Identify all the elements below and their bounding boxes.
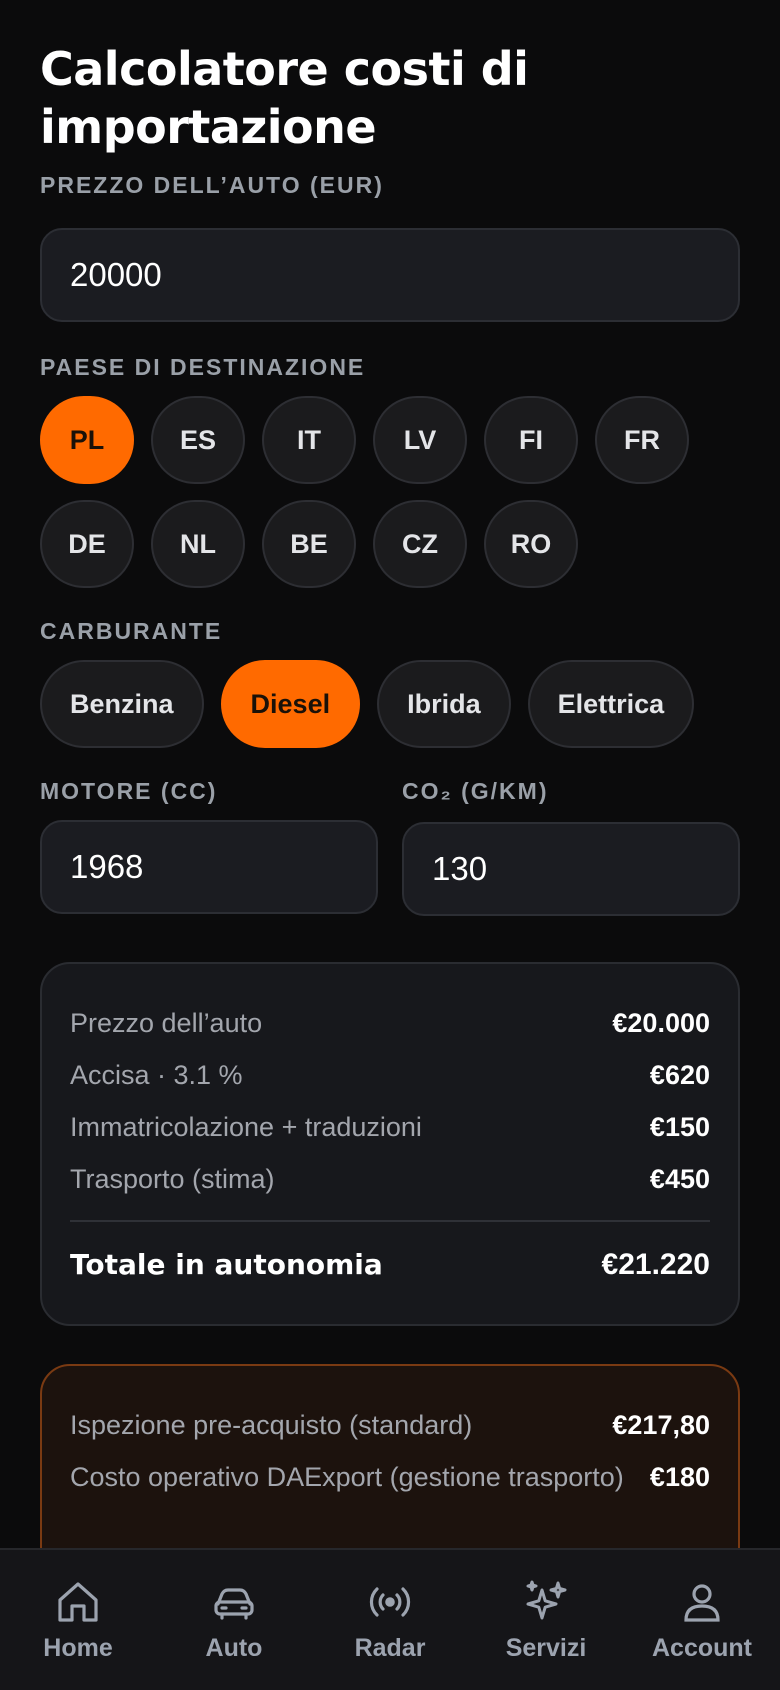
summary-row: Immatricolazione + traduzioni €150	[70, 1108, 710, 1146]
nav-item-radar[interactable]: Radar	[312, 1550, 468, 1663]
summary-row: Accisa · 3.1 % €620	[70, 1056, 710, 1094]
nav-label-account: Account	[652, 1634, 752, 1662]
nav-label-servizi: Servizi	[505, 1634, 587, 1662]
country-chip-lv[interactable]: LV	[373, 396, 467, 484]
summary-row: Prezzo dell’auto €20.000	[70, 1004, 710, 1042]
service-row: Costo operativo DAExport (gestione trasp…	[70, 1458, 710, 1496]
summary-row-value: €620	[649, 1060, 710, 1090]
country-chip-nl[interactable]: NL	[151, 500, 245, 588]
fuel-chip-elettrica[interactable]: Elettrica	[527, 660, 695, 748]
fuel-label: CARBURANTE	[40, 618, 223, 644]
country-chip-fi[interactable]: FI	[484, 396, 578, 484]
cost-summary-card: Prezzo dell’auto €20.000 Accisa · 3.1 % …	[40, 962, 740, 1326]
radar-icon	[369, 1587, 411, 1617]
nav-item-auto[interactable]: Auto	[156, 1550, 312, 1663]
fuel-chip-ibrida[interactable]: Ibrida	[377, 660, 511, 748]
bottom-navigation: Home Auto Radar Servizi Account	[0, 1548, 780, 1690]
country-chip-be[interactable]: BE	[262, 500, 356, 588]
nav-item-servizi[interactable]: Servizi	[468, 1550, 624, 1663]
service-row-label: Ispezione pre-acquisto (standard)	[70, 1410, 473, 1440]
fuel-chip-group: Benzina Diesel Ibrida Elettrica	[40, 660, 740, 748]
nav-label-radar: Radar	[354, 1634, 426, 1662]
price-label: PREZZO DELL’AUTO (EUR)	[40, 172, 384, 198]
engine-input[interactable]: 1968	[40, 820, 378, 914]
country-chip-pl[interactable]: PL	[40, 396, 134, 484]
summary-total-row: Totale in autonomia €21.220	[70, 1246, 710, 1284]
summary-row-value: €20.000	[612, 1008, 710, 1038]
country-chip-de[interactable]: DE	[40, 500, 134, 588]
country-chip-group: PL ES IT LV FI FR DE NL BE CZ RO	[40, 396, 740, 588]
engine-label: MOTORE (CC)	[40, 778, 218, 804]
page-title: Calcolatore costi di importazione	[40, 42, 529, 154]
co2-input[interactable]: 130	[402, 822, 740, 916]
co2-label: CO₂ (G/KM)	[402, 778, 549, 804]
country-chip-cz[interactable]: CZ	[373, 500, 467, 588]
fuel-chip-diesel[interactable]: Diesel	[220, 660, 361, 748]
summary-divider	[70, 1220, 710, 1222]
summary-row-label: Trasporto (stima)	[70, 1164, 275, 1194]
country-chip-ro[interactable]: RO	[484, 500, 578, 588]
summary-total-label: Totale in autonomia	[70, 1248, 383, 1281]
country-chip-es[interactable]: ES	[151, 396, 245, 484]
service-row-value: €217,80	[612, 1410, 710, 1440]
home-icon	[58, 1582, 98, 1622]
country-chip-fr[interactable]: FR	[595, 396, 689, 484]
summary-row-label: Accisa · 3.1 %	[70, 1060, 243, 1090]
user-icon	[684, 1584, 720, 1622]
nav-label-home: Home	[43, 1634, 113, 1662]
summary-row-value: €150	[649, 1112, 710, 1142]
car-icon	[214, 1588, 254, 1620]
price-input[interactable]: 20000	[40, 228, 740, 322]
nav-item-account[interactable]: Account	[624, 1550, 780, 1663]
country-label: PAESE DI DESTINAZIONE	[40, 354, 366, 380]
nav-label-auto: Auto	[205, 1634, 263, 1662]
summary-row-value: €450	[649, 1164, 710, 1194]
service-row: Ispezione pre-acquisto (standard) €217,8…	[70, 1406, 710, 1444]
nav-item-home[interactable]: Home	[0, 1550, 156, 1663]
sparkles-icon	[526, 1580, 567, 1620]
country-chip-it[interactable]: IT	[262, 396, 356, 484]
service-row-value: €180	[649, 1462, 710, 1492]
service-row-label: Costo operativo DAExport (gestione trasp…	[70, 1462, 624, 1492]
fuel-chip-benzina[interactable]: Benzina	[40, 660, 204, 748]
summary-row: Trasporto (stima) €450	[70, 1160, 710, 1198]
summary-row-label: Immatricolazione + traduzioni	[70, 1112, 422, 1142]
summary-total-value: €21.220	[601, 1248, 710, 1281]
summary-row-label: Prezzo dell’auto	[70, 1008, 263, 1038]
